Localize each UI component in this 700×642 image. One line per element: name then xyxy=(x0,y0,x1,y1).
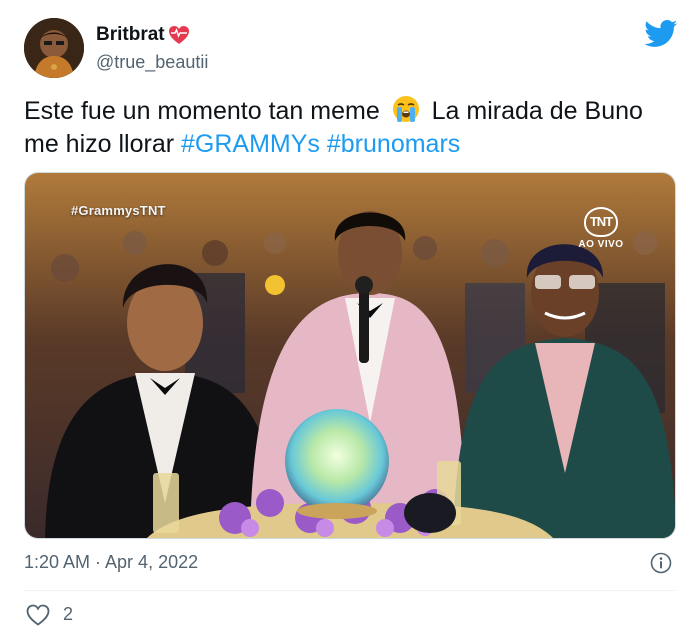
heart-outline-icon[interactable] xyxy=(26,604,50,626)
info-icon[interactable] xyxy=(650,552,672,574)
tweet-timestamp[interactable]: 1:20 AM · Apr 4, 2022 xyxy=(24,552,198,573)
media-overlay-hashtag: #GrammysTNT xyxy=(71,203,166,218)
tnt-logo: TNT AO VIVO xyxy=(569,207,633,250)
author-handle[interactable]: @true_beautii xyxy=(96,52,208,73)
tnt-live-label: AO VIVO xyxy=(578,239,624,250)
like-count: 2 xyxy=(63,604,74,624)
tweet-media-image[interactable]: #GrammysTNT TNT AO VIVO xyxy=(24,172,676,539)
avatar[interactable] xyxy=(24,18,84,78)
red-heart-icon xyxy=(168,25,190,45)
twitter-bird-icon[interactable] xyxy=(644,20,678,48)
tweet-card: Britbrat @true_beautii Este fue un momen… xyxy=(0,0,700,642)
tweet-text-part1: Este fue un momento tan meme xyxy=(24,97,380,125)
divider xyxy=(24,590,676,591)
tnt-logo-mark: TNT xyxy=(584,207,618,237)
loudly-crying-face-icon xyxy=(391,94,421,124)
display-name[interactable]: Britbrat xyxy=(96,24,165,46)
hashtag-grammys[interactable]: #GRAMMYs xyxy=(181,130,320,158)
tweet-text: Este fue un momento tan meme La mirada d… xyxy=(24,94,674,161)
avatar-image xyxy=(24,18,84,78)
author-name-row[interactable]: Britbrat xyxy=(96,24,190,46)
hashtag-brunomars[interactable]: #brunomars xyxy=(327,130,460,158)
